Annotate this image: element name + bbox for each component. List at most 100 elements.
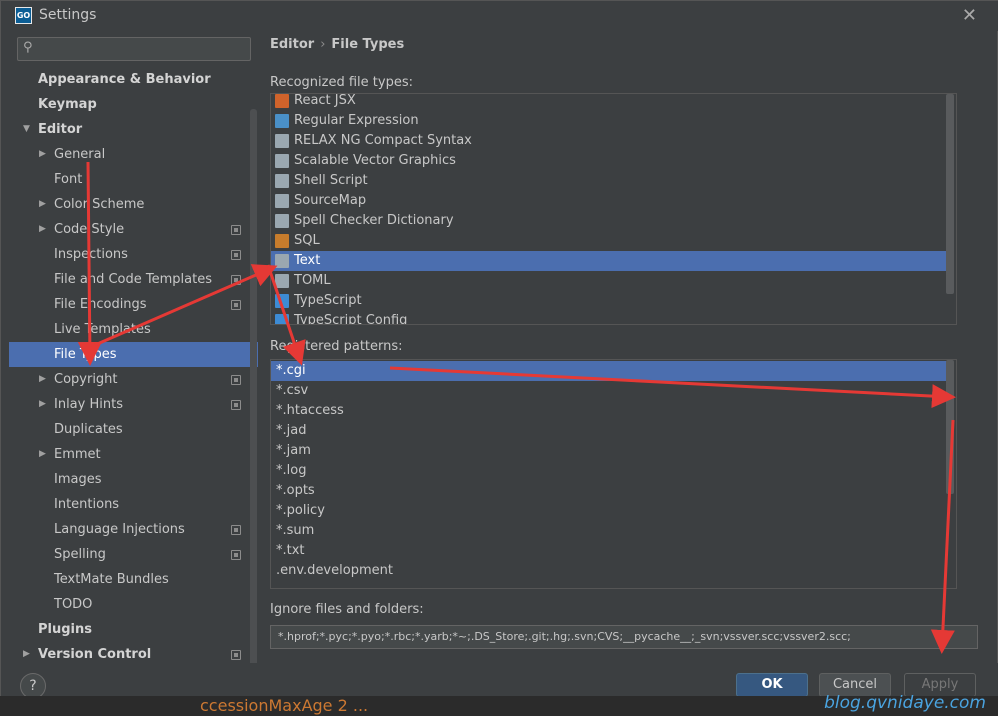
sidebar-item-version-control[interactable]: ▶ Version Control	[9, 642, 258, 663]
project-scope-icon	[231, 550, 241, 560]
settings-search-input[interactable]: ⚲	[17, 37, 251, 61]
background-editor-text: ccessionMaxAge 2 ...	[200, 696, 369, 715]
project-scope-icon	[231, 375, 241, 385]
sidebar-item-inlay-hints[interactable]: ▶ Inlay Hints	[9, 392, 258, 417]
text-file-icon	[275, 254, 289, 268]
expand-right-icon[interactable]: ▶	[39, 217, 46, 242]
sidebar-item-color-scheme[interactable]: ▶ Color Scheme	[9, 192, 258, 217]
file-type-name: RELAX NG Compact Syntax	[294, 133, 472, 148]
file-type-row[interactable]: Text	[271, 251, 947, 271]
expand-down-icon[interactable]: ▼	[23, 117, 30, 142]
expand-right-icon[interactable]: ▶	[39, 367, 46, 392]
expand-right-icon[interactable]: ▶	[39, 142, 46, 167]
file-type-row[interactable]: TypeScript Config	[271, 311, 947, 324]
sidebar-item-file-types[interactable]: File Types	[9, 342, 258, 367]
recognized-list-scrollbar[interactable]	[946, 94, 954, 294]
sidebar-item-copyright[interactable]: ▶ Copyright	[9, 367, 258, 392]
patterns-list-scrollbar[interactable]	[946, 360, 954, 494]
sidebar-item-inspections[interactable]: Inspections	[9, 242, 258, 267]
sidebar-item-font[interactable]: Font	[9, 167, 258, 192]
sidebar-item-general[interactable]: ▶ General	[9, 142, 258, 167]
pattern-row[interactable]: *.policy	[271, 501, 947, 521]
sidebar-item-textmate-bundles[interactable]: TextMate Bundles	[9, 567, 258, 592]
expand-right-icon[interactable]: ▶	[39, 392, 46, 417]
project-scope-icon	[231, 650, 241, 660]
file-type-row[interactable]: Regular Expression	[271, 111, 947, 131]
file-type-row[interactable]: SQL	[271, 231, 947, 251]
sidebar-item-label: Emmet	[54, 447, 101, 462]
file-type-row[interactable]: Spell Checker Dictionary	[271, 211, 947, 231]
pattern-text: *.opts	[276, 483, 315, 498]
sidebar-item-live-templates[interactable]: Live Templates	[9, 317, 258, 342]
sidebar-item-duplicates[interactable]: Duplicates	[9, 417, 258, 442]
file-type-row[interactable]: Scalable Vector Graphics	[271, 151, 947, 171]
pattern-row[interactable]: .env.development	[271, 561, 947, 581]
rnc-file-icon	[275, 134, 289, 148]
file-type-row[interactable]: TypeScript	[271, 291, 947, 311]
recognized-file-types-rows: React JSX Regular Expression RELAX NG Comp…	[271, 94, 947, 324]
sidebar-item-emmet[interactable]: ▶ Emmet	[9, 442, 258, 467]
project-scope-icon	[231, 400, 241, 410]
project-scope-icon	[231, 275, 241, 285]
project-scope-icon	[231, 225, 241, 235]
ignore-files-input[interactable]: *.hprof;*.pyc;*.pyo;*.rbc;*.yarb;*~;.DS_…	[270, 625, 978, 649]
sql-file-icon	[275, 234, 289, 248]
sidebar-item-images[interactable]: Images	[9, 467, 258, 492]
breadcrumb-separator: ›	[320, 37, 326, 52]
sidebar-item-file-and-code-templates[interactable]: File and Code Templates	[9, 267, 258, 292]
pattern-row[interactable]: *.cgi	[271, 361, 947, 381]
registered-patterns-rows: *.cgi *.csv *.htaccess *.jad *.jam *.log *.opt…	[271, 361, 947, 588]
ok-button[interactable]: OK	[736, 673, 808, 697]
file-type-row[interactable]: Shell Script	[271, 171, 947, 191]
file-type-name: Scalable Vector Graphics	[294, 153, 456, 168]
sidebar-item-file-encodings[interactable]: File Encodings	[9, 292, 258, 317]
sidebar-item-label: Font	[54, 172, 83, 187]
pattern-text: *.policy	[276, 503, 325, 518]
pattern-row[interactable]: *.opts	[271, 481, 947, 501]
sidebar-item-keymap[interactable]: Keymap	[9, 92, 258, 117]
sidebar-item-label: Live Templates	[54, 322, 151, 337]
registered-patterns-label: Registered patterns:	[270, 339, 403, 354]
sidebar-item-label: Code Style	[54, 222, 125, 237]
file-type-row[interactable]: TOML	[271, 271, 947, 291]
sidebar-item-label: General	[54, 147, 106, 162]
file-type-row[interactable]: RELAX NG Compact Syntax	[271, 131, 947, 151]
expand-right-icon[interactable]: ▶	[39, 442, 46, 467]
sidebar-item-label: Editor	[38, 122, 83, 137]
sidebar-item-label: Spelling	[54, 547, 106, 562]
pattern-row[interactable]: *.jad	[271, 421, 947, 441]
ignore-files-label: Ignore files and folders:	[270, 602, 424, 617]
sidebar-item-language-injections[interactable]: Language Injections	[9, 517, 258, 542]
svg-file-icon	[275, 154, 289, 168]
expand-right-icon[interactable]: ▶	[39, 192, 46, 217]
expand-right-icon[interactable]: ▶	[23, 642, 30, 663]
sidebar-item-label: Color Scheme	[54, 197, 145, 212]
close-icon[interactable]: ✕	[962, 5, 977, 26]
sidebar-item-todo[interactable]: TODO	[9, 592, 258, 617]
pattern-text: *.log	[276, 463, 307, 478]
sidebar-item-spelling[interactable]: Spelling	[9, 542, 258, 567]
tsconfig-file-icon	[275, 314, 289, 324]
pattern-text: *.htaccess	[276, 403, 344, 418]
file-type-row[interactable]: SourceMap	[271, 191, 947, 211]
pattern-row[interactable]: *.csv	[271, 381, 947, 401]
recognized-file-types-list: React JSX Regular Expression RELAX NG Comp…	[270, 93, 957, 325]
sidebar-item-editor[interactable]: ▼ Editor	[9, 117, 258, 142]
pattern-row[interactable]: *.htaccess	[271, 401, 947, 421]
pattern-row[interactable]: *.sum	[271, 521, 947, 541]
pattern-row[interactable]: *.jam	[271, 441, 947, 461]
sidebar-scrollbar[interactable]	[250, 109, 257, 663]
sidebar-item-label: Duplicates	[54, 422, 123, 437]
pattern-row[interactable]: *.log	[271, 461, 947, 481]
breadcrumb-parent[interactable]: Editor	[270, 37, 314, 52]
file-type-name: Text	[294, 253, 321, 268]
file-type-row[interactable]: React JSX	[271, 94, 947, 111]
sidebar-item-appearance-behavior[interactable]: Appearance & Behavior	[9, 67, 258, 92]
sourcemap-file-icon	[275, 194, 289, 208]
pattern-row[interactable]: *.txt	[271, 541, 947, 561]
sidebar-item-label: Appearance & Behavior	[38, 72, 211, 87]
sidebar-item-plugins[interactable]: Plugins	[9, 617, 258, 642]
file-types-panel: Editor › File Types Recognized file types:…	[259, 31, 998, 663]
sidebar-item-intentions[interactable]: Intentions	[9, 492, 258, 517]
sidebar-item-code-style[interactable]: ▶ Code Style	[9, 217, 258, 242]
